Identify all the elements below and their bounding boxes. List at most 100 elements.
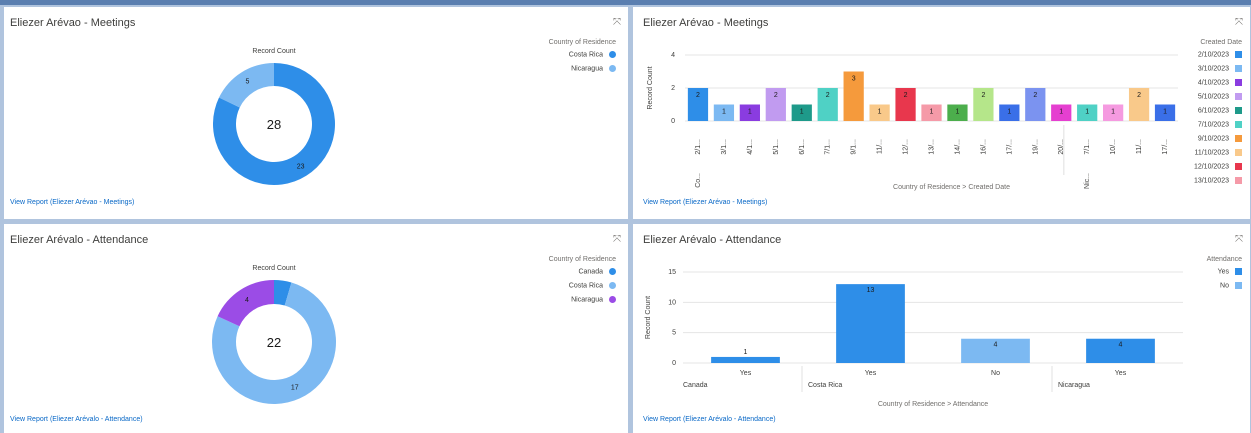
legend-item: 11/10/2023 bbox=[1194, 149, 1242, 163]
view-report-link[interactable]: View Report (Eliezer Arévalo - Attendanc… bbox=[643, 416, 776, 423]
legend-item: 2/10/2023 bbox=[1194, 51, 1242, 65]
legend-item: Nicaragua bbox=[549, 65, 616, 79]
donut-chart: Record Count 17 4 22 bbox=[211, 265, 336, 404]
chart-title: Record Count bbox=[252, 265, 295, 272]
x-tick-label: 12/... bbox=[903, 139, 910, 155]
legend-label: 3/10/2023 bbox=[1197, 65, 1229, 73]
bar bbox=[711, 356, 780, 363]
attendance-bar-panel: Eliezer Arévalo - Attendance ⤧ 0 5 10 15 Rec… bbox=[633, 224, 1250, 433]
y-tick-label: 4 bbox=[671, 52, 675, 59]
x-tick-label: 2/1... bbox=[695, 139, 702, 155]
legend-item: 6/10/2023 bbox=[1194, 107, 1242, 121]
legend-swatch bbox=[1235, 51, 1242, 58]
legend-label: Yes bbox=[1217, 268, 1229, 276]
legend-label: 12/10/2023 bbox=[1193, 163, 1229, 171]
bar-data-label: 4 bbox=[994, 342, 998, 349]
legend-item: 7/10/2023 bbox=[1194, 121, 1242, 135]
y-tick-label: 10 bbox=[668, 299, 676, 306]
legend-swatch bbox=[1235, 121, 1242, 128]
legend-swatch bbox=[609, 282, 616, 289]
y-tick-label: 2 bbox=[671, 85, 675, 92]
x-tick-label: 13/... bbox=[929, 139, 936, 155]
legend-item: Costa Rica bbox=[549, 51, 616, 65]
chart-title: Record Count bbox=[252, 48, 295, 55]
bar-data-label: 1 bbox=[1111, 109, 1115, 116]
legend-item: No bbox=[1207, 282, 1242, 296]
x-tick-label: No bbox=[991, 370, 1000, 377]
legend-item: 12/10/2023 bbox=[1194, 163, 1242, 177]
legend-swatch bbox=[1235, 135, 1242, 142]
bar-data-label: 2 bbox=[696, 92, 700, 99]
legend-label: 6/10/2023 bbox=[1197, 107, 1229, 115]
legend-label: Nicaragua bbox=[571, 65, 603, 73]
slice-data-label: 23 bbox=[297, 163, 305, 170]
donut-center-total: 28 bbox=[267, 117, 281, 132]
legend-label: No bbox=[1220, 282, 1229, 290]
group-label: Canada bbox=[683, 382, 708, 389]
x-tick-label: Yes bbox=[740, 370, 752, 377]
x-tick-label: 17/... bbox=[1006, 139, 1013, 155]
bar-data-label: 2 bbox=[904, 92, 908, 99]
bar-chart: 0 2 4 Record Count 2 2/1... 1 3/1... 1 4/1... 2 5/1… bbox=[647, 52, 1178, 191]
bar-data-label: 1 bbox=[800, 109, 804, 116]
y-axis-title: Record Count bbox=[647, 66, 654, 109]
x-tick-label: 7/1... bbox=[1084, 139, 1091, 155]
y-tick-label: 15 bbox=[668, 269, 676, 276]
y-tick-label: 0 bbox=[671, 118, 675, 125]
bar-data-label: 1 bbox=[744, 349, 748, 356]
chart-legend: Attendance Yes No bbox=[1207, 256, 1242, 296]
legend-swatch bbox=[1235, 65, 1242, 72]
legend-swatch bbox=[1235, 268, 1242, 275]
y-tick-label: 5 bbox=[672, 330, 676, 337]
legend-item: Costa Rica bbox=[549, 282, 616, 296]
donut-center-total: 22 bbox=[267, 335, 281, 350]
bar-data-label: 2 bbox=[1137, 92, 1141, 99]
legend-item: 3/10/2023 bbox=[1194, 65, 1242, 79]
slice-data-label: 5 bbox=[245, 79, 249, 86]
slice-data-label: 17 bbox=[291, 384, 299, 391]
group-label: Co... bbox=[695, 173, 702, 188]
bar-data-label: 4 bbox=[1119, 342, 1123, 349]
chart-legend: Country of Residence Canada Costa Rica Nic… bbox=[549, 256, 616, 310]
legend-item: 9/10/2023 bbox=[1194, 135, 1242, 149]
legend-label: 5/10/2023 bbox=[1197, 93, 1229, 101]
bar-data-label: 3 bbox=[852, 76, 856, 83]
view-report-link[interactable]: View Report (Eliezer Arévalo - Attendanc… bbox=[10, 416, 143, 423]
bar-data-label: 1 bbox=[955, 109, 959, 116]
x-tick-label: 17/... bbox=[1162, 139, 1169, 155]
legend-swatch bbox=[1235, 107, 1242, 114]
legend-item: Yes bbox=[1207, 268, 1242, 282]
chart-legend: Country of Residence Costa Rica Nicaragua bbox=[549, 39, 616, 79]
legend-label: Nicaragua bbox=[571, 296, 603, 304]
bar-data-label: 1 bbox=[748, 109, 752, 116]
legend-swatch bbox=[1235, 163, 1242, 170]
bar bbox=[836, 284, 905, 363]
bar-data-label: 2 bbox=[774, 92, 778, 99]
legend-title: Country of Residence bbox=[548, 39, 616, 46]
x-tick-label: 5/1... bbox=[773, 139, 780, 155]
legend-swatch bbox=[609, 268, 616, 275]
x-tick-label: 19/... bbox=[1032, 139, 1039, 155]
bar-data-label: 1 bbox=[1007, 109, 1011, 116]
x-tick-label: 6/1... bbox=[799, 139, 806, 155]
x-tick-label: Yes bbox=[1115, 370, 1127, 377]
slice-data-label: 4 bbox=[245, 297, 249, 304]
x-tick-label: 9/1... bbox=[851, 139, 858, 155]
legend-swatch bbox=[1235, 93, 1242, 100]
x-tick-label: 11/... bbox=[877, 139, 884, 154]
legend-item: 13/10/2023 bbox=[1194, 177, 1242, 191]
x-tick-label: 7/1... bbox=[825, 139, 832, 155]
view-report-link[interactable]: View Report (Eliezer Arévao - Meetings) bbox=[643, 199, 767, 206]
legend-swatch bbox=[1235, 79, 1242, 86]
legend-label: Costa Rica bbox=[568, 51, 603, 59]
legend-swatch bbox=[1235, 149, 1242, 156]
legend-label: 11/10/2023 bbox=[1194, 149, 1229, 157]
view-report-link[interactable]: View Report (Eliezer Arévao - Meetings) bbox=[10, 199, 134, 206]
legend-item: Nicaragua bbox=[549, 296, 616, 310]
meetings-donut-panel: Eliezer Arévao - Meetings ⤧ Record Count… bbox=[4, 7, 628, 219]
legend-swatch bbox=[609, 296, 616, 303]
bar-data-label: 1 bbox=[930, 109, 934, 116]
legend-swatch bbox=[609, 51, 616, 58]
legend-label: Canada bbox=[578, 268, 603, 276]
donut-chart: Record Count 23 5 28 bbox=[212, 48, 335, 185]
